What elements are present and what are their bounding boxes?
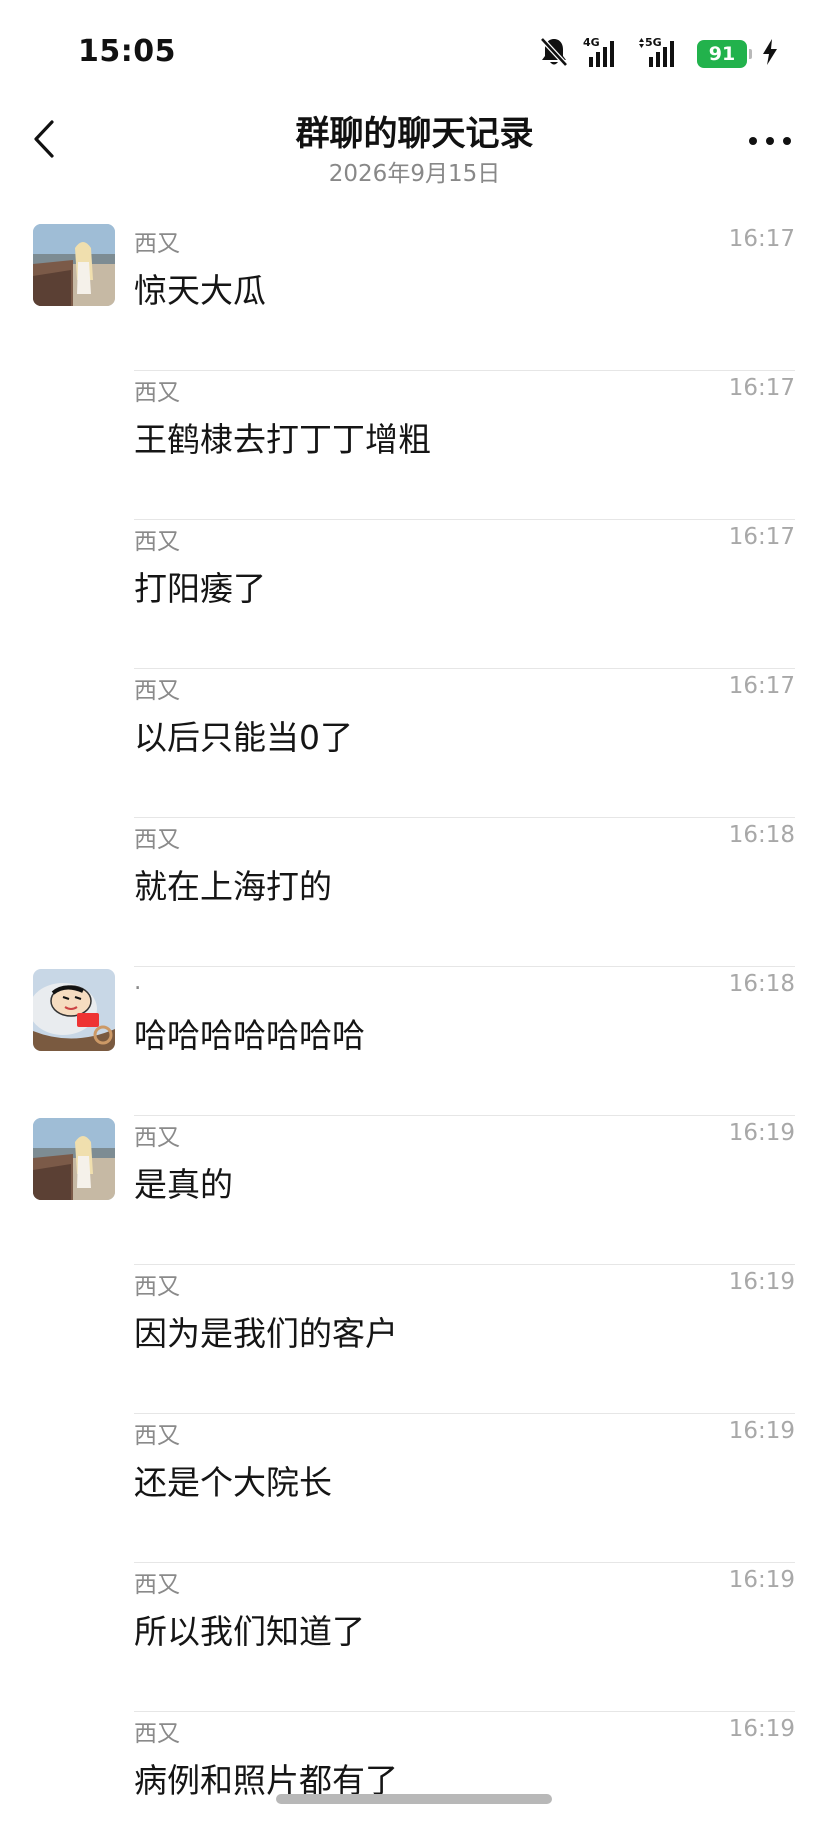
message-time: 16:19 [728,1567,795,1593]
message-text: 惊天大瓜 [134,271,266,310]
battery-level: 91 [708,43,736,65]
sender-name: 西又 [134,827,180,853]
sender-name: 西又 [134,1125,180,1151]
signal-4g-icon: 4G [583,35,623,73]
sender-name: . [134,969,142,995]
message-item[interactable]: 西又 16:19 还是个大院长 [0,1414,829,1563]
nav-bar: 群聊的聊天记录 2026年9月15日 [0,100,829,200]
more-dots-icon [748,131,792,150]
message-item[interactable]: . 16:18 哈哈哈哈哈哈哈 [0,967,829,1116]
message-item[interactable]: 西又 16:19 所以我们知道了 [0,1563,829,1712]
chat-history-screen: 15:05 4G 5G 91 群聊的聊天记录 2026年9月15日 西又 16:… [0,0,829,1821]
page-subtitle-date: 2026年9月15日 [328,161,501,187]
sender-name: 西又 [134,1721,180,1747]
sender-name: 西又 [134,231,180,257]
message-list: 西又 16:17 惊天大瓜 西又 16:17 王鹤棣去打丁丁增粗 西又 16:1… [0,222,829,1821]
message-time: 16:18 [728,971,795,997]
charging-icon [761,38,779,70]
message-item[interactable]: 西又 16:17 王鹤棣去打丁丁增粗 [0,371,829,520]
status-icons: 4G 5G 91 [539,36,779,72]
message-time: 16:17 [728,673,795,699]
message-text: 就在上海打的 [134,867,332,906]
message-time: 16:19 [728,1269,795,1295]
more-button[interactable] [745,120,795,160]
home-indicator[interactable] [276,1794,552,1804]
message-item[interactable]: 西又 16:19 是真的 [0,1116,829,1265]
page-title: 群聊的聊天记录 [295,114,534,154]
sender-name: 西又 [134,1274,180,1300]
message-text: 打阳痿了 [134,569,266,608]
message-item[interactable]: 西又 16:18 就在上海打的 [0,818,829,967]
avatar[interactable] [33,969,115,1051]
message-text: 王鹤棣去打丁丁增粗 [134,420,431,459]
sender-name: 西又 [134,1423,180,1449]
message-time: 16:19 [728,1418,795,1444]
status-bar: 15:05 4G 5G 91 [0,0,829,100]
message-time: 16:19 [728,1120,795,1146]
message-item[interactable]: 西又 16:17 打阳痿了 [0,520,829,669]
mute-bell-icon [539,36,569,72]
net1-label: 4G [583,36,600,49]
sender-name: 西又 [134,380,180,406]
message-time: 16:17 [728,375,795,401]
message-text: 所以我们知道了 [134,1612,365,1651]
battery-icon: 91 [697,40,752,68]
message-item[interactable]: 西又 16:17 惊天大瓜 [0,222,829,371]
message-item[interactable]: 西又 16:19 因为是我们的客户 [0,1265,829,1414]
message-time: 16:17 [728,226,795,252]
message-time: 16:17 [728,524,795,550]
message-text: 是真的 [134,1165,233,1204]
avatar[interactable] [33,224,115,306]
message-text: 以后只能当0了 [134,718,353,757]
message-text: 因为是我们的客户 [134,1314,398,1353]
message-text: 还是个大院长 [134,1463,332,1502]
message-time: 16:19 [728,1716,795,1742]
status-time: 15:05 [78,34,176,69]
signal-5g-icon: 5G [637,35,683,73]
sender-name: 西又 [134,529,180,555]
message-time: 16:18 [728,822,795,848]
sender-name: 西又 [134,1572,180,1598]
message-text: 哈哈哈哈哈哈哈 [134,1016,365,1055]
net2-label: 5G [645,36,662,49]
sender-name: 西又 [134,678,180,704]
avatar[interactable] [33,1118,115,1200]
message-item[interactable]: 西又 16:17 以后只能当0了 [0,669,829,818]
message-item[interactable]: 西又 16:19 病例和照片都有了 [0,1712,829,1821]
